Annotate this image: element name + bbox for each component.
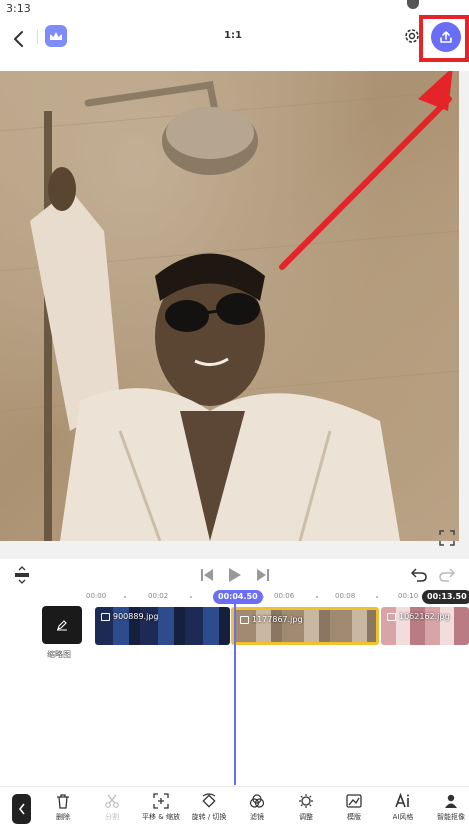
aspect-ratio-button[interactable]: 1:1 [224, 30, 242, 41]
template-tool[interactable]: 模版 [332, 793, 376, 822]
playback-controls [0, 562, 469, 588]
tick-dot [262, 596, 264, 598]
notch-indicator [407, 0, 419, 9]
expand-collapse-icon [15, 566, 29, 584]
rotate-icon [202, 793, 216, 808]
annotation-highlight-box [419, 15, 469, 62]
cutout-icon [445, 794, 457, 808]
filter-icon [249, 794, 265, 808]
image-icon [387, 612, 396, 621]
adjust-icon [299, 794, 313, 808]
clip-filename: 1177867.jpg [252, 615, 303, 624]
edit-toolbar: 删除 分割 平移 & 缩放 旋转 / 切换 滤镜 调整 模版 AI风格 智能抠像 [0, 786, 469, 834]
ai-style-icon [395, 793, 409, 808]
redo-icon [439, 568, 455, 582]
cover-label: 缩略图 [47, 650, 71, 659]
preview-photo [0, 71, 459, 541]
undo-button[interactable] [409, 565, 429, 585]
delete-tool[interactable]: 删除 [41, 793, 85, 822]
tool-label: 平移 & 缩放 [142, 813, 180, 821]
tool-label: 滤镜 [250, 813, 264, 821]
split-tool[interactable]: 分割 [90, 793, 134, 822]
vip-button[interactable] [45, 25, 67, 47]
clip-name: 1062162.jpg [387, 612, 450, 621]
filter-tool[interactable]: 滤镜 [235, 793, 279, 822]
tick-dot [124, 596, 126, 598]
timeline-clip-selected[interactable]: 1177867.jpg [231, 607, 379, 645]
status-bar: 3:13 [0, 0, 469, 18]
toolbar-back-button[interactable] [12, 794, 31, 824]
rotate-flip-tool[interactable]: 旋转 / 切换 [187, 793, 231, 822]
skip-back-button[interactable] [197, 565, 217, 585]
fullscreen-icon[interactable] [438, 529, 456, 547]
timeline-clip[interactable]: 1062162.jpg [381, 607, 469, 645]
chevron-left-icon [18, 803, 25, 815]
skip-previous-icon [201, 569, 213, 581]
tick-label: 00:06 [274, 592, 295, 600]
photo-illustration [0, 71, 459, 541]
undo-icon [411, 568, 427, 582]
back-button[interactable] [6, 24, 32, 54]
current-time-badge: 00:04.50 [213, 590, 263, 604]
playhead[interactable] [234, 600, 236, 785]
tick-dot [316, 596, 318, 598]
tick-dot [190, 596, 192, 598]
video-preview[interactable] [0, 71, 469, 559]
tool-label: 旋转 / 切换 [191, 813, 227, 821]
total-time-badge: 00:13.50 [422, 590, 469, 604]
collapse-timeline-button[interactable] [12, 565, 32, 585]
skip-next-icon [257, 569, 269, 581]
crown-icon [50, 31, 62, 40]
trash-icon [57, 794, 69, 809]
clip-filename: 1062162.jpg [399, 612, 450, 621]
pan-zoom-icon [153, 793, 169, 809]
timeline-clip[interactable]: 900889.jpg [95, 607, 230, 645]
tick-label: 00:02 [148, 592, 169, 600]
clip-name: 900889.jpg [101, 612, 158, 621]
skip-forward-button[interactable] [253, 565, 273, 585]
image-icon [101, 612, 110, 621]
tool-label: 模版 [347, 813, 361, 821]
status-time: 3:13 [6, 2, 31, 15]
editor-top-bar: 1:1 [0, 18, 469, 62]
clip-filename: 900889.jpg [113, 612, 159, 621]
play-button[interactable] [225, 565, 245, 585]
image-icon [240, 615, 249, 624]
clip-name: 1177867.jpg [240, 615, 303, 624]
divider [37, 30, 38, 44]
tick-label: 00:08 [335, 592, 356, 600]
adjust-tool[interactable]: 调整 [284, 793, 328, 822]
redo-button[interactable] [437, 565, 457, 585]
scissors-icon [105, 794, 119, 808]
tool-label: 智能抠像 [437, 813, 465, 821]
ai-style-tool[interactable]: AI风格 [381, 793, 425, 822]
template-icon [346, 794, 362, 808]
pencil-icon [57, 620, 67, 631]
tool-label: 分割 [105, 813, 119, 821]
smart-cutout-tool[interactable]: 智能抠像 [429, 793, 469, 822]
chevron-left-icon [14, 31, 23, 47]
tick-label: 00:00 [86, 592, 107, 600]
tool-label: 调整 [299, 813, 313, 821]
tool-label: AI风格 [392, 813, 414, 821]
tool-label: 删除 [56, 813, 70, 821]
pan-zoom-tool[interactable]: 平移 & 缩放 [139, 793, 183, 822]
cover-thumbnail-button[interactable] [42, 606, 82, 644]
tick-dot [376, 596, 378, 598]
tick-label: 00:10 [398, 592, 419, 600]
play-icon [229, 568, 241, 582]
